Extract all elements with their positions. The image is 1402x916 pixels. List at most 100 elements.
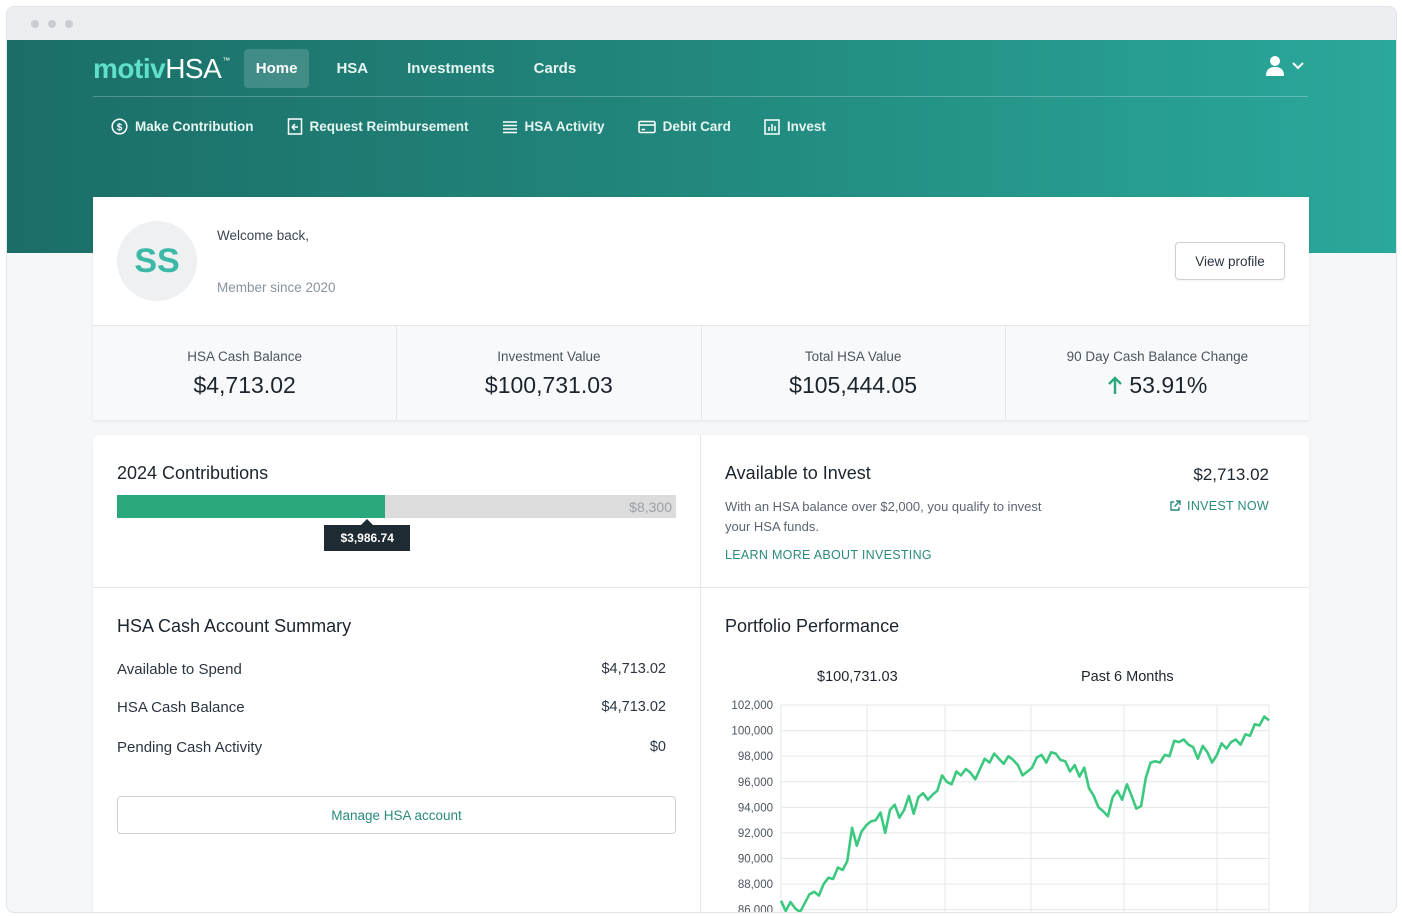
y-tick-label: 92,000 bbox=[738, 828, 773, 840]
y-tick-label: 86,000 bbox=[738, 905, 773, 913]
contributions-progress-bar: $8,300 bbox=[117, 495, 676, 518]
stat-label: 90 Day Cash Balance Change bbox=[1066, 349, 1249, 364]
welcome-text: Welcome back, bbox=[217, 228, 310, 243]
window-titlebar bbox=[7, 7, 1396, 40]
invest-now-label: INVEST NOW bbox=[1187, 499, 1269, 513]
nav-tab-cards[interactable]: Cards bbox=[522, 49, 589, 88]
view-profile-button[interactable]: View profile bbox=[1175, 242, 1285, 280]
summary-row-cash-balance: HSA Cash Balance $4,713.02 bbox=[117, 699, 666, 716]
quick-actions: $ Make Contribution Request Reimbursemen… bbox=[111, 118, 859, 135]
contributions-title: 2024 Contributions bbox=[117, 463, 269, 483]
contribution-limit-label: $8,300 bbox=[629, 499, 672, 515]
y-tick-label: 96,000 bbox=[738, 777, 773, 789]
y-tick-label: 90,000 bbox=[738, 854, 773, 866]
invest-label: Invest bbox=[786, 119, 826, 134]
stat-label: Investment Value bbox=[497, 349, 601, 364]
stat-label: HSA Cash Balance bbox=[187, 349, 303, 364]
top-nav: motiv HSA ™ Home HSA Investments Cards bbox=[93, 40, 1308, 97]
list-icon bbox=[502, 120, 517, 133]
portfolio-series-line bbox=[779, 715, 1270, 912]
external-link-icon bbox=[1170, 500, 1181, 511]
stat-value: 53.91% bbox=[1006, 372, 1309, 399]
profile-card: SS Welcome back, Member since 2020 View … bbox=[93, 197, 1309, 420]
balance-stats: HSA Cash Balance $4,713.02 Investment Va… bbox=[93, 325, 1309, 420]
stat-value: $100,731.03 bbox=[397, 372, 700, 399]
stat-value-text: 53.91% bbox=[1129, 372, 1208, 398]
contributions-progress-fill bbox=[117, 495, 386, 518]
logo-motiv-text: motiv bbox=[93, 52, 166, 84]
request-reimbursement-label: Request Reimbursement bbox=[309, 119, 469, 134]
invest-description: With an HSA balance over $2,000, you qua… bbox=[725, 499, 1042, 534]
dashboard-grid: 2024 Contributions $8,300 $3,986.74 Avai… bbox=[93, 435, 1309, 913]
make-contribution-label: Make Contribution bbox=[135, 119, 254, 134]
invest-action[interactable]: Invest bbox=[764, 118, 826, 135]
debit-card-label: Debit Card bbox=[662, 119, 731, 134]
logo-trademark: ™ bbox=[222, 55, 230, 65]
stat-value-text: $100,731.03 bbox=[484, 372, 613, 398]
hsa-activity-action[interactable]: HSA Activity bbox=[502, 118, 605, 135]
window-maximize-dot[interactable] bbox=[65, 19, 73, 28]
cash-summary-title: HSA Cash Account Summary bbox=[117, 616, 352, 636]
portfolio-period: Past 6 Months bbox=[1081, 669, 1174, 685]
summary-row-available: Available to Spend $4,713.02 bbox=[117, 661, 666, 678]
user-icon bbox=[1266, 56, 1284, 76]
request-reimbursement-action[interactable]: Request Reimbursement bbox=[287, 118, 469, 135]
stat-90-day-change: 90 Day Cash Balance Change 53.91% bbox=[1006, 326, 1309, 420]
stat-hsa-cash-balance: HSA Cash Balance $4,713.02 bbox=[93, 326, 398, 420]
stat-value-text: $105,444.05 bbox=[789, 372, 918, 398]
summary-row-pending: Pending Cash Activity $0 bbox=[117, 739, 666, 756]
make-contribution-action[interactable]: $ Make Contribution bbox=[111, 118, 254, 135]
y-tick-label: 94,000 bbox=[738, 802, 773, 814]
avatar: SS bbox=[117, 221, 197, 301]
stat-value: $4,713.02 bbox=[93, 372, 396, 399]
portfolio-line-chart: 102,000 100,000 98,000 96,000 94,000 92,000 90… bbox=[731, 700, 1270, 913]
stat-investment-value: Investment Value $100,731.03 bbox=[397, 326, 702, 420]
available-to-invest-amount: $2,713.02 bbox=[1193, 465, 1269, 484]
portfolio-title: Portfolio Performance bbox=[725, 616, 900, 636]
member-since-text: Member since 2020 bbox=[217, 280, 336, 295]
nav-divider bbox=[93, 96, 1308, 97]
dollar-circle-icon: $ bbox=[111, 118, 128, 135]
svg-text:$: $ bbox=[117, 122, 123, 133]
window-close-dot[interactable] bbox=[31, 19, 39, 28]
nav-tab-investments[interactable]: Investments bbox=[395, 49, 507, 88]
summary-row-label: Available to Spend bbox=[117, 661, 242, 678]
manage-hsa-account-button[interactable]: Manage HSA account bbox=[117, 796, 676, 834]
available-to-invest-panel: Available to Invest $2,713.02 With an HS… bbox=[701, 435, 1309, 588]
motivhsa-logo[interactable]: motiv HSA ™ bbox=[93, 53, 230, 85]
stat-label: Total HSA Value bbox=[804, 349, 902, 364]
summary-row-label: Pending Cash Activity bbox=[117, 739, 263, 756]
arrow-up-icon bbox=[1108, 376, 1123, 394]
summary-row-value: $4,713.02 bbox=[601, 699, 666, 715]
hsa-cash-summary-panel: HSA Cash Account Summary Available to Sp… bbox=[93, 588, 701, 912]
stat-value-text: $4,713.02 bbox=[193, 372, 296, 398]
user-menu[interactable] bbox=[1266, 55, 1304, 77]
receipt-return-icon bbox=[287, 118, 302, 135]
y-tick-label: 100,000 bbox=[731, 726, 773, 738]
hsa-activity-label: HSA Activity bbox=[524, 119, 605, 134]
learn-more-investing-link[interactable]: LEARN MORE ABOUT INVESTING bbox=[725, 548, 932, 562]
window-minimize-dot[interactable] bbox=[48, 19, 56, 28]
summary-row-value: $4,713.02 bbox=[601, 661, 666, 677]
nav-tab-home[interactable]: Home bbox=[243, 49, 310, 88]
available-to-invest-title: Available to Invest bbox=[725, 463, 871, 483]
browser-window: motiv HSA ™ Home HSA Investments Cards $ M… bbox=[6, 6, 1397, 913]
contributions-panel: 2024 Contributions $8,300 $3,986.74 bbox=[93, 435, 701, 588]
chevron-down-icon bbox=[1292, 62, 1304, 70]
nav-tab-hsa[interactable]: HSA bbox=[324, 49, 380, 88]
y-tick-label: 88,000 bbox=[738, 879, 773, 891]
invest-now-link[interactable]: INVEST NOW bbox=[1169, 499, 1269, 513]
logo-hsa-text: HSA bbox=[165, 52, 222, 84]
portfolio-value: $100,731.03 bbox=[817, 669, 898, 685]
stat-value: $105,444.05 bbox=[702, 372, 1005, 399]
stat-total-hsa-value: Total HSA Value $105,444.05 bbox=[702, 326, 1006, 420]
y-tick-label: 98,000 bbox=[738, 751, 773, 763]
summary-row-label: HSA Cash Balance bbox=[117, 699, 245, 716]
portfolio-performance-panel: Portfolio Performance $100,731.03 Past 6… bbox=[701, 588, 1309, 913]
summary-row-value: $0 bbox=[649, 739, 666, 755]
debit-card-action[interactable]: Debit Card bbox=[637, 118, 731, 135]
y-tick-label: 102,000 bbox=[731, 700, 773, 712]
contribution-amount-tooltip: $3,986.74 bbox=[324, 519, 410, 551]
bar-chart-icon bbox=[764, 118, 780, 135]
credit-card-icon bbox=[637, 120, 656, 133]
